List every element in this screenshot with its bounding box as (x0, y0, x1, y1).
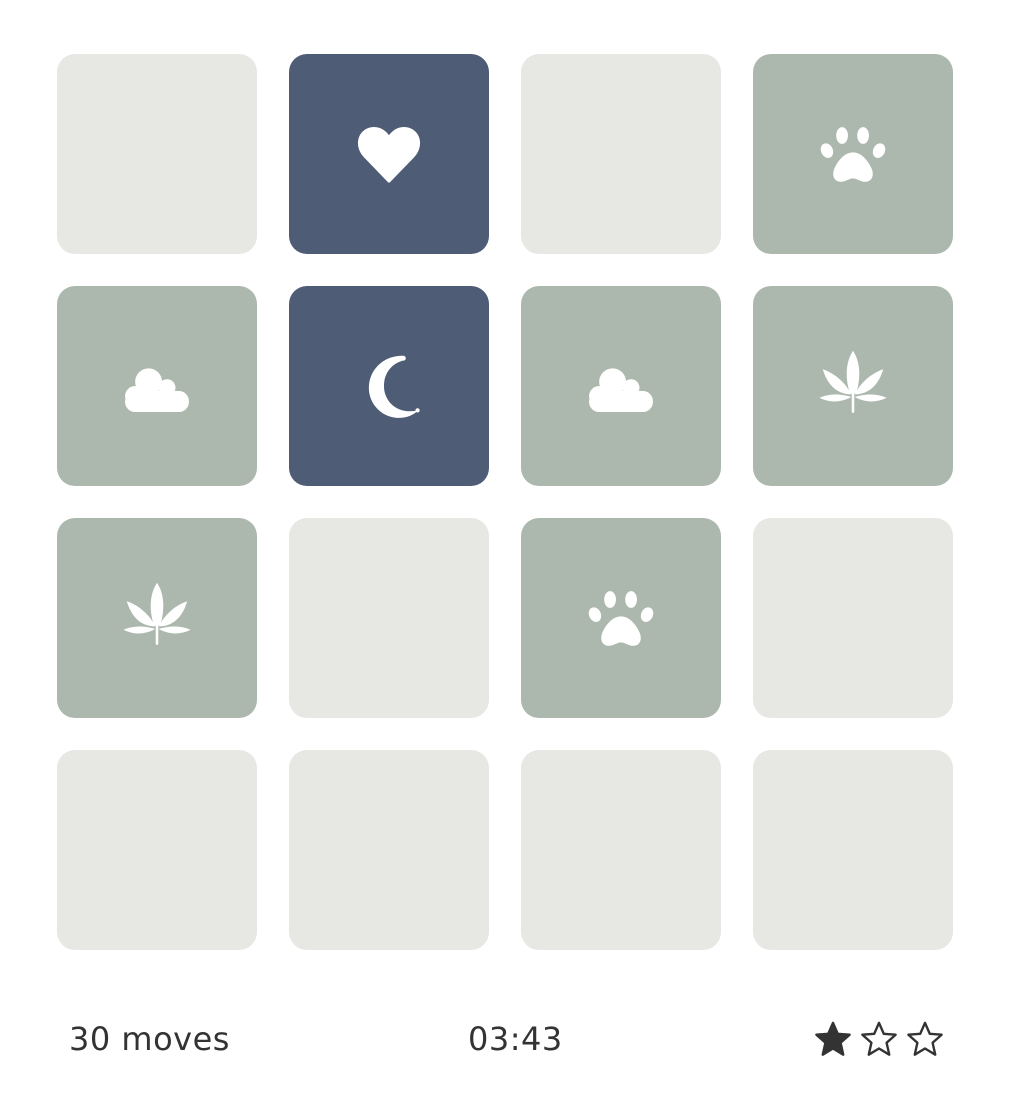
card-14[interactable] (289, 750, 489, 950)
card-5[interactable] (57, 286, 257, 486)
star-rating (814, 1020, 944, 1058)
heart-icon (347, 112, 431, 196)
card-16[interactable] (753, 750, 953, 950)
game-board (57, 54, 953, 950)
card-13[interactable] (57, 750, 257, 950)
cloud-icon (579, 344, 663, 428)
card-4[interactable] (753, 54, 953, 254)
card-10[interactable] (289, 518, 489, 718)
star-filled-icon (814, 1020, 852, 1058)
card-8[interactable] (753, 286, 953, 486)
status-bar: 30 moves 03:43 (0, 1010, 1010, 1070)
card-15[interactable] (521, 750, 721, 950)
card-7[interactable] (521, 286, 721, 486)
star-empty-icon (860, 1020, 898, 1058)
paw-icon (811, 112, 895, 196)
card-3[interactable] (521, 54, 721, 254)
star-empty-icon (906, 1020, 944, 1058)
card-1[interactable] (57, 54, 257, 254)
game-timer: 03:43 (468, 1020, 563, 1058)
leaf-icon (811, 344, 895, 428)
card-9[interactable] (57, 518, 257, 718)
card-6[interactable] (289, 286, 489, 486)
move-counter: 30 moves (69, 1020, 230, 1058)
card-2[interactable] (289, 54, 489, 254)
moon-icon (347, 344, 431, 428)
leaf-icon (115, 576, 199, 660)
card-11[interactable] (521, 518, 721, 718)
paw-icon (579, 576, 663, 660)
card-12[interactable] (753, 518, 953, 718)
cloud-icon (115, 344, 199, 428)
